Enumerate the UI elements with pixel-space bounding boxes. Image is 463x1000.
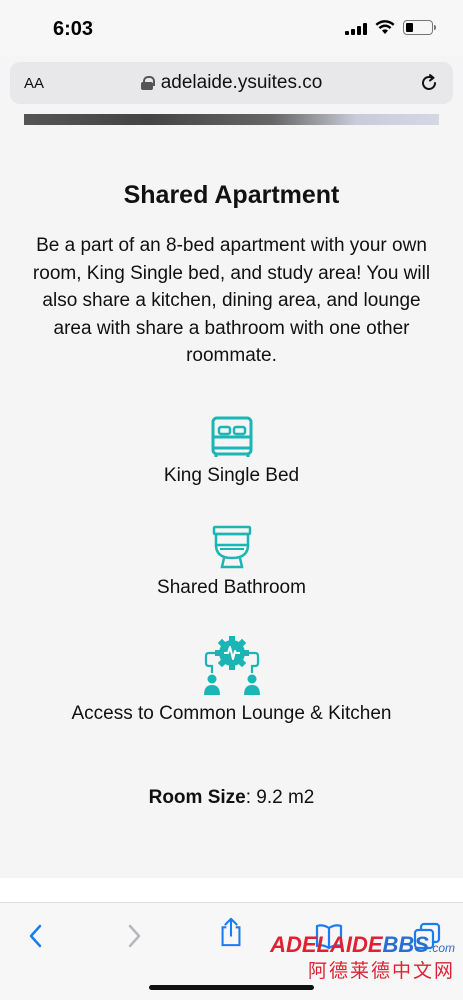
- feature-label: Shared Bathroom: [157, 577, 306, 598]
- status-bar: 6:03: [0, 0, 463, 56]
- home-indicator[interactable]: [149, 985, 314, 990]
- reload-icon[interactable]: [419, 73, 439, 93]
- url-text: adelaide.ysuites.co: [160, 72, 323, 93]
- status-icons: [345, 20, 436, 35]
- room-details: Shared Apartment Be a part of an 8-bed a…: [0, 125, 463, 880]
- hero-image: [24, 114, 439, 125]
- room-description: Be a part of an 8-bed apartment with you…: [32, 235, 431, 366]
- feature-shared-bathroom: Shared Bathroom: [0, 525, 463, 599]
- room-size-label: Room Size: [148, 787, 246, 808]
- status-time: 6:03: [53, 18, 94, 40]
- feature-label: Access to Common Lounge & Kitchen: [71, 703, 392, 724]
- address-bar[interactable]: AA adelaide.ysuites.co: [10, 62, 453, 104]
- next-section: [0, 878, 463, 902]
- text-size-button[interactable]: AA: [24, 75, 44, 92]
- wifi-icon: [375, 20, 395, 34]
- back-icon[interactable]: [22, 921, 52, 951]
- cellular-signal-icon: [345, 21, 367, 35]
- battery-icon: [403, 20, 436, 35]
- bed-icon: [211, 416, 252, 457]
- feature-common-lounge-kitchen: Access to Common Lounge & Kitchen: [0, 635, 463, 725]
- feature-king-single-bed: King Single Bed: [0, 415, 463, 487]
- watermark-logo: ADELAIDEBBS.com 阿德莱德中文网: [270, 932, 455, 982]
- room-size: Room Size: 9.2 m2: [0, 787, 463, 809]
- room-title: Shared Apartment: [123, 181, 340, 209]
- feature-label: King Single Bed: [163, 465, 300, 486]
- url-display[interactable]: adelaide.ysuites.co: [140, 72, 323, 94]
- room-size-value: : 9.2 m2: [245, 787, 315, 808]
- toilet-icon: [212, 525, 251, 569]
- lock-icon: [140, 76, 155, 90]
- share-icon[interactable]: [216, 917, 246, 947]
- forward-icon[interactable]: [118, 921, 148, 951]
- lounge-gear-people-icon: [203, 636, 260, 695]
